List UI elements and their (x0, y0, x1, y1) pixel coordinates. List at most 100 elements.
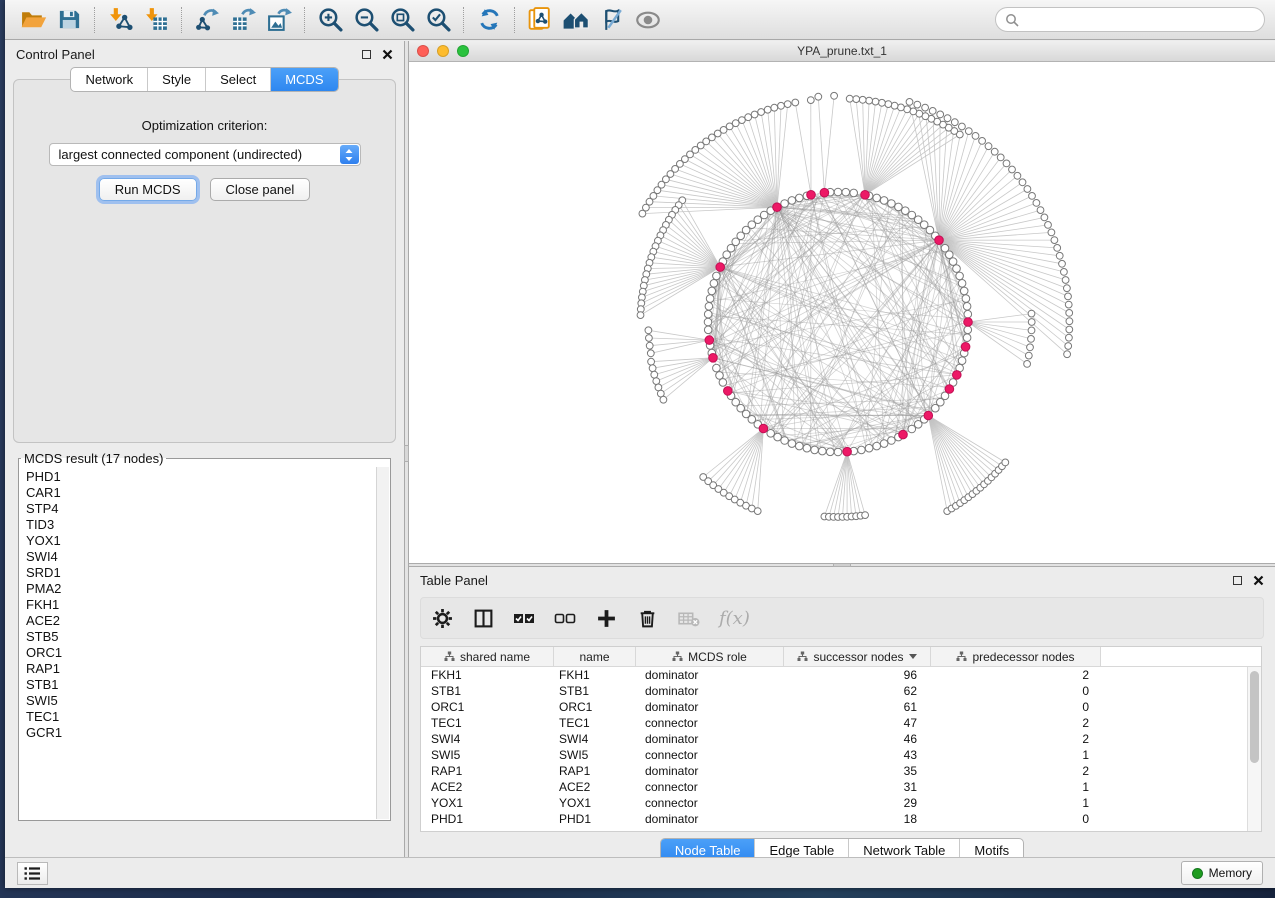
network-node[interactable] (1066, 318, 1073, 325)
network-node[interactable] (803, 444, 811, 452)
add-row-button[interactable] (594, 606, 618, 630)
network-node[interactable] (639, 210, 646, 217)
network-node[interactable] (792, 99, 799, 106)
network-node[interactable] (710, 280, 718, 288)
network-node[interactable] (815, 93, 822, 100)
mcds-hub-node[interactable] (961, 343, 970, 352)
network-node[interactable] (754, 508, 761, 515)
network-node[interactable] (723, 251, 731, 259)
network-node[interactable] (751, 111, 758, 118)
mcds-hub-node[interactable] (709, 354, 718, 363)
network-node[interactable] (902, 207, 910, 215)
network-node[interactable] (1025, 352, 1032, 359)
table-row[interactable]: STB1STB1dominator620 (421, 683, 1247, 699)
network-node[interactable] (649, 365, 656, 372)
network-node[interactable] (959, 123, 966, 130)
network-node[interactable] (914, 101, 921, 108)
network-node[interactable] (713, 272, 721, 280)
maximize-window-icon[interactable] (457, 45, 469, 57)
column-header-predecessor-nodes[interactable]: predecessor nodes (931, 647, 1101, 666)
mcds-result-item[interactable]: PMA2 (26, 581, 370, 597)
network-canvas[interactable] (409, 62, 1275, 563)
select-all-button[interactable] (512, 606, 536, 630)
network-node[interactable] (1064, 285, 1071, 292)
network-node[interactable] (972, 133, 979, 140)
network-node[interactable] (1064, 351, 1071, 358)
network-node[interactable] (991, 148, 998, 155)
float-panel-button[interactable] (1233, 576, 1242, 585)
network-node[interactable] (862, 512, 869, 519)
import-table-button[interactable] (138, 4, 174, 36)
network-node[interactable] (873, 442, 881, 450)
show-graphics-details-button[interactable] (630, 4, 666, 36)
network-node[interactable] (1048, 229, 1055, 236)
mcds-result-item[interactable]: FKH1 (26, 597, 370, 613)
network-node[interactable] (819, 447, 827, 455)
network-node[interactable] (716, 372, 724, 380)
table-row[interactable]: SWI4SWI4dominator462 (421, 731, 1247, 747)
tab-style[interactable]: Style (147, 68, 205, 91)
network-node[interactable] (962, 295, 970, 303)
network-node[interactable] (1059, 260, 1066, 267)
network-node[interactable] (1051, 237, 1058, 244)
network-node[interactable] (873, 194, 881, 202)
mcds-hub-node[interactable] (953, 371, 962, 380)
mcds-result-scrollbar[interactable] (376, 467, 389, 819)
network-node[interactable] (1045, 222, 1052, 229)
tab-select[interactable]: Select (205, 68, 270, 91)
network-node[interactable] (997, 154, 1004, 161)
network-node[interactable] (653, 378, 660, 385)
deselect-all-button[interactable] (553, 606, 577, 630)
close-panel-icon[interactable] (382, 49, 393, 60)
network-node[interactable] (1037, 207, 1044, 214)
network-node[interactable] (745, 114, 752, 121)
close-panel-icon[interactable] (1253, 575, 1264, 586)
mcds-result-item[interactable]: GCR1 (26, 725, 370, 741)
network-node[interactable] (706, 295, 714, 303)
network-node[interactable] (891, 102, 898, 109)
search-field[interactable] (995, 7, 1265, 32)
network-node[interactable] (831, 92, 838, 99)
network-node[interactable] (985, 143, 992, 150)
network-node[interactable] (1028, 327, 1035, 334)
network-node[interactable] (963, 303, 971, 311)
mcds-hub-node[interactable] (964, 318, 973, 327)
mcds-hub-node[interactable] (945, 385, 954, 394)
network-node[interactable] (880, 197, 888, 205)
network-node[interactable] (1041, 214, 1048, 221)
network-node[interactable] (764, 106, 771, 113)
network-node[interactable] (796, 194, 804, 202)
network-node[interactable] (771, 104, 778, 111)
network-node[interactable] (951, 119, 958, 126)
float-panel-button[interactable] (362, 50, 371, 59)
network-node[interactable] (646, 335, 653, 342)
network-node[interactable] (1014, 172, 1021, 179)
network-node[interactable] (885, 101, 892, 108)
minimize-window-icon[interactable] (437, 45, 449, 57)
show-columns-button[interactable] (471, 606, 495, 630)
delete-row-button[interactable] (635, 606, 659, 630)
network-node[interactable] (1065, 301, 1072, 308)
splitter-grip[interactable] (833, 563, 851, 567)
zoom-in-button[interactable] (312, 4, 348, 36)
network-node[interactable] (1054, 245, 1061, 252)
network-node[interactable] (895, 203, 903, 211)
column-header-name[interactable]: name (554, 647, 636, 666)
network-node[interactable] (781, 437, 789, 445)
network-node[interactable] (719, 379, 727, 387)
scrollbar-thumb[interactable] (1250, 671, 1259, 763)
network-node[interactable] (1028, 319, 1035, 326)
network-node[interactable] (1027, 344, 1034, 351)
vertical-splitter[interactable] (404, 41, 409, 857)
network-node[interactable] (705, 303, 713, 311)
table-row[interactable]: SWI5SWI5connector431 (421, 747, 1247, 763)
network-node[interactable] (1009, 166, 1016, 173)
mcds-hub-node[interactable] (773, 203, 782, 212)
network-node[interactable] (979, 138, 986, 145)
network-node[interactable] (906, 99, 913, 106)
run-mcds-button[interactable]: Run MCDS (99, 178, 197, 201)
network-node[interactable] (1056, 252, 1063, 259)
mcds-result-item[interactable]: PHD1 (26, 469, 370, 485)
network-node[interactable] (865, 444, 873, 452)
export-image-button[interactable] (261, 4, 297, 36)
